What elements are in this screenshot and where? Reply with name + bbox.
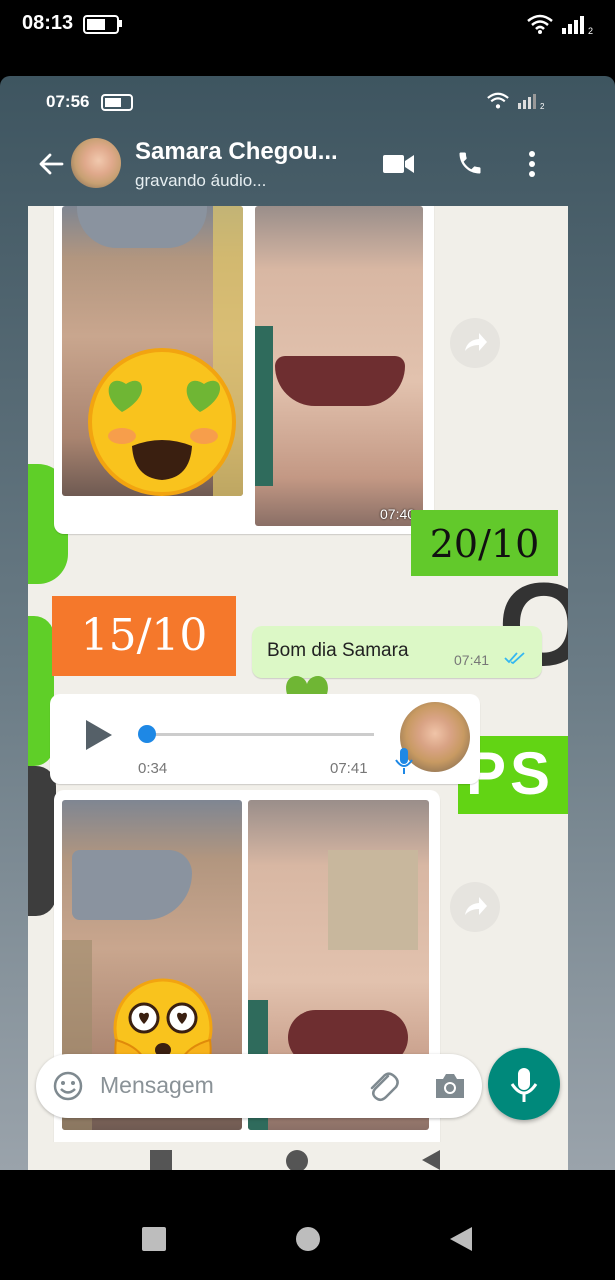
video-call-icon[interactable] [383,154,415,174]
forward-button-2[interactable] [450,882,500,932]
inner-wifi-icon [487,92,509,109]
wallpaper-dark-shape [28,766,56,916]
inner-nav-back-icon[interactable] [420,1148,442,1170]
voice-call-icon[interactable] [456,149,484,177]
voice-progress-track[interactable] [146,733,374,736]
message-input[interactable]: Mensagem [100,1072,214,1099]
svg-text:2: 2 [540,102,545,110]
outer-battery-tip-icon [119,20,122,27]
outer-clock: 08:13 [22,12,74,34]
forward-button-1[interactable] [450,318,500,368]
contact-name[interactable]: Samara Chegou... [135,138,338,166]
microphone-icon [510,1068,538,1102]
inner-nav-bar [28,1142,568,1170]
inner-nav-recents-icon[interactable] [150,1150,172,1170]
record-voice-button[interactable] [488,1048,560,1120]
contact-avatar[interactable] [71,138,121,188]
outgoing-text-time: 07:41 [454,652,490,668]
photo-after-front[interactable] [255,206,423,526]
inner-battery-icon [101,94,133,111]
forward-icon-2 [465,897,487,915]
photo-time: 07:40 [380,506,416,522]
home-button-icon[interactable] [296,1227,320,1251]
back-button-icon[interactable] [448,1225,474,1253]
recents-button-icon[interactable] [142,1227,166,1251]
inner-signal-icon: 2 [518,94,545,110]
back-arrow-icon[interactable] [38,152,64,176]
forward-icon [465,333,487,351]
inner-clock: 07:56 [46,92,90,111]
svg-text:2: 2 [588,26,593,36]
screenshot-frame: 07:56 2 Samara Chegou... gravando áudio.… [0,76,615,1170]
outer-status-bar: 08:13 2 [0,0,615,48]
chat-header: Samara Chegou... gravando áudio... [28,118,568,206]
heart-eyes-emoji-icon [88,348,236,496]
message-composer[interactable]: Mensagem [36,1054,482,1118]
outgoing-text: Bom dia Samara [267,640,409,661]
voice-time: 07:41 [330,760,368,777]
emoji-icon[interactable] [52,1070,84,1102]
date-label-left-text: 15/10 [80,610,208,661]
more-options-icon[interactable] [528,150,536,178]
contact-status: gravando áudio... [135,171,267,190]
camera-icon[interactable] [434,1072,466,1100]
voice-progress-knob[interactable] [138,725,156,743]
read-receipt-icon [504,652,525,665]
outer-signal-icon: 2 [562,16,593,36]
play-icon[interactable] [84,718,114,752]
voice-mic-icon [395,748,413,774]
voice-duration: 0:34 [138,760,168,777]
date-label-right-text: 20/10 [429,522,540,566]
attach-icon[interactable] [366,1068,400,1104]
outer-battery-icon [83,15,119,34]
chat-area[interactable]: O PS 07:40 20/10 15/10 Bom dia Samara 07… [28,206,568,1170]
outer-wifi-icon [527,14,553,34]
outer-nav-bar [0,1170,615,1280]
inner-nav-home-icon[interactable] [286,1150,308,1170]
